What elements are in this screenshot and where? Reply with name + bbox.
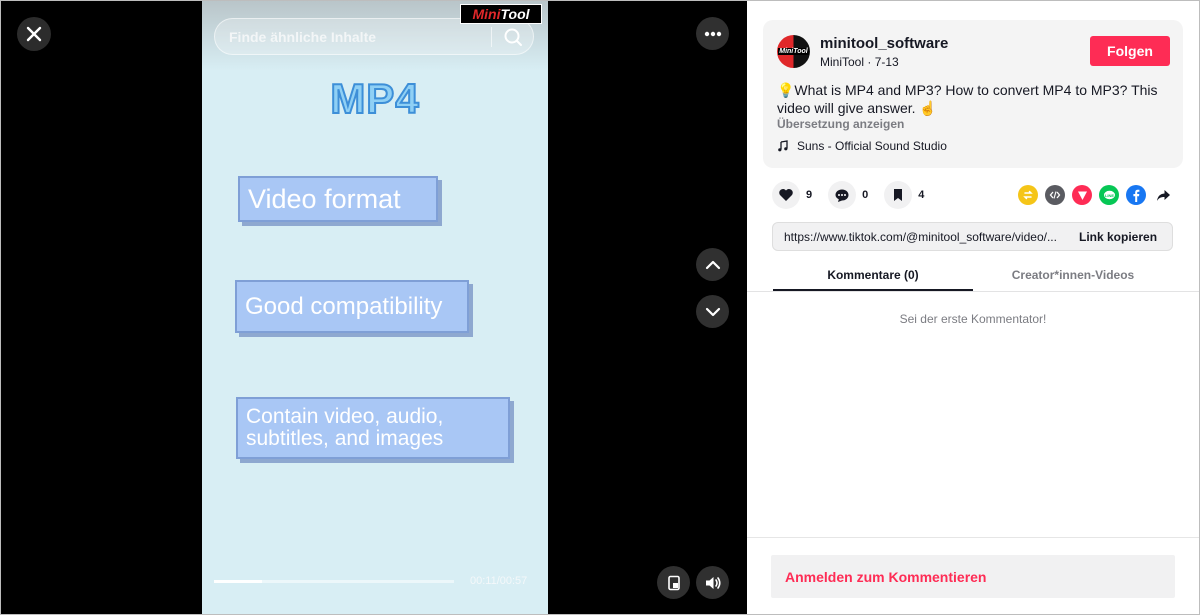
close-button[interactable] — [17, 17, 51, 51]
bookmark-icon — [884, 181, 913, 209]
send-icon[interactable] — [1072, 185, 1092, 205]
more-options-button[interactable] — [696, 17, 729, 50]
more-icon — [704, 31, 721, 36]
share-icons: LINE — [1018, 185, 1180, 205]
author-subline: MiniTool · 7-13 — [820, 55, 899, 69]
volume-button[interactable] — [696, 566, 729, 599]
music-row[interactable]: Suns - Official Sound Studio — [777, 139, 947, 153]
video-card-contents: Contain video, audio, subtitles, and ima… — [236, 397, 510, 459]
video-stage: MiniTool MP4 Video format Good compatibi… — [1, 1, 747, 614]
comment-action[interactable]: 0 — [828, 181, 868, 209]
music-note-icon — [778, 140, 788, 152]
video-headline: MP4 — [329, 74, 420, 123]
video-card-compatibility: Good compatibility — [235, 280, 469, 333]
video-time: 00:11/00:57 — [470, 575, 528, 587]
comment-count: 0 — [862, 189, 869, 201]
share-arrow-icon[interactable] — [1153, 185, 1173, 205]
volume-icon — [705, 576, 721, 589]
line-icon[interactable]: LINE — [1099, 185, 1119, 205]
picture-in-picture-icon — [667, 575, 680, 590]
avatar-logo-text: MiniTool — [778, 48, 809, 55]
active-tab-underline — [773, 289, 973, 291]
save-action[interactable]: 4 — [884, 181, 924, 209]
post-info-card: MiniTool minitool_software MiniTool · 7-… — [763, 20, 1183, 168]
chevron-up-icon — [705, 260, 720, 269]
search-input[interactable] — [229, 27, 479, 47]
search-icon[interactable] — [502, 26, 524, 48]
search-separator — [491, 27, 492, 47]
repost-icon[interactable] — [1018, 185, 1038, 205]
post-description: 💡What is MP4 and MP3? How to convert MP4… — [777, 82, 1158, 116]
previous-video-button[interactable] — [696, 248, 729, 281]
video-progress-fill — [214, 580, 262, 583]
copy-link-button[interactable]: Link kopieren — [1079, 230, 1157, 244]
comment-icon — [828, 181, 857, 209]
post-date: 7-13 — [874, 55, 899, 69]
empty-comments-message: Sei der erste Kommentator! — [899, 312, 1047, 326]
display-name: MiniTool — [820, 55, 865, 69]
username[interactable]: minitool_software — [820, 35, 948, 52]
video-link-url[interactable]: https://www.tiktok.com/@minitool_softwar… — [784, 230, 1074, 244]
video-card-format: Video format — [238, 176, 438, 222]
tab-comments[interactable]: Kommentare (0) — [773, 268, 973, 282]
close-icon — [26, 26, 42, 42]
panel-tabs: Kommentare (0) Creator*innen-Videos — [747, 259, 1199, 292]
show-translation-link[interactable]: Übersetzung anzeigen — [777, 117, 904, 131]
like-count: 9 — [806, 189, 813, 201]
comment-footer-divider — [747, 537, 1199, 538]
like-action[interactable]: 9 — [772, 181, 812, 209]
engagement-actions: 9 0 4 — [772, 181, 940, 209]
facebook-icon[interactable] — [1126, 185, 1146, 205]
follow-button[interactable]: Folgen — [1090, 36, 1170, 66]
watermark-mini: Mini — [472, 6, 501, 22]
picture-in-picture-button[interactable] — [657, 566, 690, 599]
embed-icon[interactable] — [1045, 185, 1065, 205]
chevron-down-icon — [705, 307, 720, 316]
minitool-watermark: Mini Tool — [460, 4, 542, 24]
tab-creator-videos[interactable]: Creator*innen-Videos — [973, 268, 1173, 282]
watermark-tool: Tool — [500, 6, 530, 22]
music-title: Suns - Official Sound Studio — [797, 139, 947, 153]
details-panel: MiniTool minitool_software MiniTool · 7-… — [747, 1, 1199, 614]
video-link-box: https://www.tiktok.com/@minitool_softwar… — [772, 222, 1173, 251]
save-count: 4 — [918, 189, 925, 201]
login-to-comment-button[interactable]: Anmelden zum Kommentieren — [771, 555, 1175, 598]
video-progress-bar[interactable] — [214, 580, 454, 583]
svg-text:LINE: LINE — [1104, 192, 1113, 197]
video-player[interactable]: MiniTool MP4 Video format Good compatibi… — [202, 1, 548, 614]
next-video-button[interactable] — [696, 295, 729, 328]
heart-icon — [772, 181, 800, 209]
avatar[interactable]: MiniTool — [777, 35, 810, 68]
